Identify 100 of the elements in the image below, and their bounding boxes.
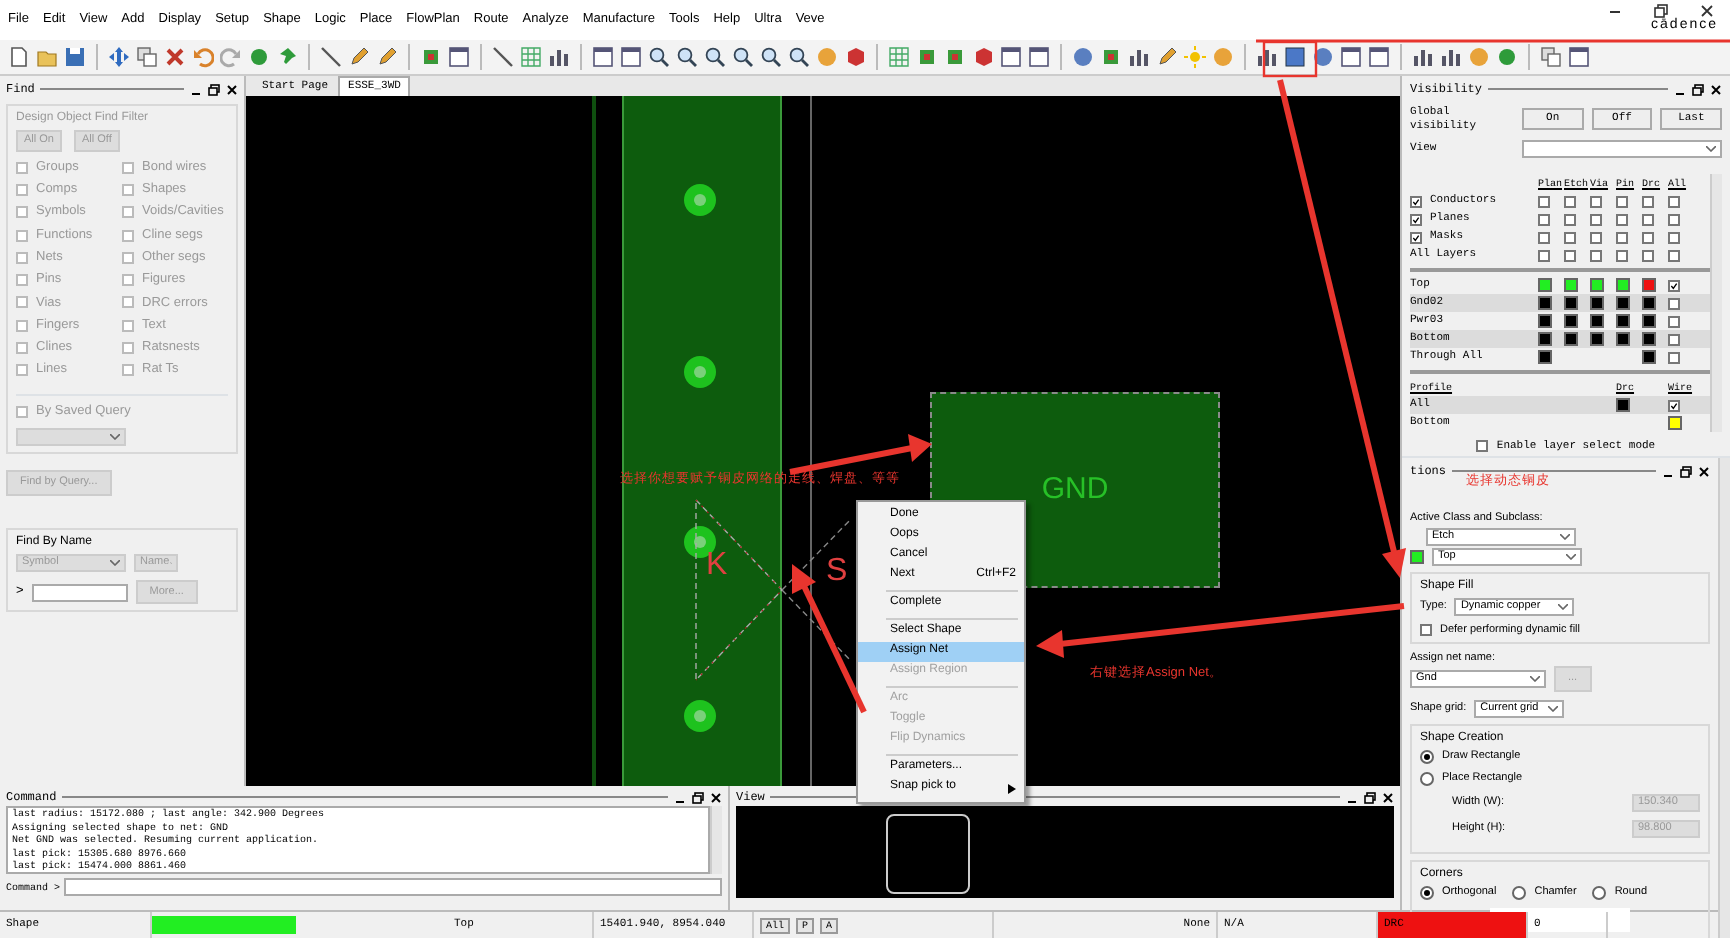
close-icon[interactable]: [710, 791, 722, 803]
window-icon[interactable]: [448, 46, 470, 68]
color-swatch[interactable]: [1642, 278, 1656, 293]
window-icon[interactable]: [592, 46, 614, 68]
grid-icon[interactable]: [888, 46, 910, 68]
color-swatch[interactable]: [1590, 314, 1604, 329]
cube-icon[interactable]: [844, 46, 866, 68]
restore-icon[interactable]: [1654, 4, 1668, 19]
magnifier-icon[interactable]: [788, 46, 810, 68]
checkbox[interactable]: [1668, 399, 1680, 412]
chip-icon[interactable]: [944, 46, 966, 68]
command-field[interactable]: [64, 878, 722, 896]
pin-icon[interactable]: [276, 46, 298, 68]
magnifier-icon[interactable]: [760, 46, 782, 68]
magnifier-icon[interactable]: [704, 46, 726, 68]
color-swatch[interactable]: [1538, 350, 1552, 365]
chip-icon[interactable]: [916, 46, 938, 68]
checkbox[interactable]: [1616, 195, 1628, 208]
checkbox[interactable]: [1564, 213, 1576, 226]
close-icon[interactable]: [1700, 4, 1714, 19]
checkbox[interactable]: [1590, 249, 1602, 262]
checkbox[interactable]: [1538, 231, 1550, 244]
undo-icon[interactable]: [192, 46, 214, 68]
checkbox[interactable]: [1668, 213, 1680, 226]
checkbox[interactable]: [1420, 624, 1432, 637]
restore-icon[interactable]: [1680, 465, 1692, 477]
scrollbar[interactable]: [1710, 174, 1722, 433]
checkbox[interactable]: [1410, 213, 1422, 226]
checkbox[interactable]: [1642, 231, 1654, 244]
chip-icon[interactable]: [420, 46, 442, 68]
window-icon[interactable]: [1028, 46, 1050, 68]
restore-icon[interactable]: [692, 791, 704, 803]
restore-icon[interactable]: [208, 83, 220, 95]
window-icon[interactable]: [1000, 46, 1022, 68]
close-icon[interactable]: [1698, 465, 1710, 477]
scrollbar[interactable]: [1718, 458, 1730, 938]
checkbox[interactable]: [1564, 231, 1576, 244]
color-swatch[interactable]: [1590, 278, 1604, 293]
color-swatch[interactable]: [1642, 296, 1656, 311]
bars-icon[interactable]: [1412, 46, 1434, 68]
close-icon[interactable]: [226, 83, 238, 95]
radio-button[interactable]: [1592, 885, 1607, 900]
checkbox[interactable]: [1538, 195, 1550, 208]
color-swatch[interactable]: [1538, 314, 1552, 329]
checkbox[interactable]: [1590, 231, 1602, 244]
blob-icon[interactable]: [248, 46, 270, 68]
checkbox[interactable]: [1564, 195, 1576, 208]
window-icon[interactable]: [1368, 46, 1390, 68]
checkbox[interactable]: [1668, 249, 1680, 262]
window-icon[interactable]: [1340, 46, 1362, 68]
color-swatch[interactable]: [1668, 416, 1682, 431]
square-icon[interactable]: [1284, 46, 1306, 68]
cube-icon[interactable]: [972, 46, 994, 68]
checkbox[interactable]: [1642, 213, 1654, 226]
delete-icon[interactable]: [164, 46, 186, 68]
color-swatch[interactable]: [1616, 314, 1630, 329]
color-swatch[interactable]: [1538, 332, 1552, 347]
magnifier-icon[interactable]: [676, 46, 698, 68]
checkbox[interactable]: [1668, 297, 1680, 310]
close-icon[interactable]: [1382, 791, 1394, 803]
checkbox[interactable]: [1564, 249, 1576, 262]
radio-button[interactable]: [1420, 771, 1434, 786]
circle-icon[interactable]: [1312, 46, 1334, 68]
checkbox[interactable]: [1616, 231, 1628, 244]
bars-icon[interactable]: [1440, 46, 1462, 68]
color-swatch[interactable]: [1642, 350, 1656, 365]
restore-icon[interactable]: [1364, 791, 1376, 803]
color-swatch[interactable]: [1564, 332, 1578, 347]
magnifier-icon[interactable]: [648, 46, 670, 68]
pen-icon[interactable]: [1156, 46, 1178, 68]
checkbox[interactable]: [1538, 249, 1550, 262]
color-swatch[interactable]: [1564, 314, 1578, 329]
copy-icon[interactable]: [1540, 46, 1562, 68]
pen-icon[interactable]: [348, 46, 370, 68]
radio-button[interactable]: [1420, 885, 1434, 900]
checkbox[interactable]: [1668, 279, 1680, 292]
checkbox[interactable]: [1668, 315, 1680, 328]
checkbox[interactable]: [1410, 195, 1422, 208]
blob-icon[interactable]: [1496, 46, 1518, 68]
folder-icon[interactable]: [36, 46, 58, 68]
bars-icon[interactable]: [1256, 46, 1278, 68]
color-swatch[interactable]: [1590, 332, 1604, 347]
document-icon[interactable]: [8, 46, 30, 68]
radio-button[interactable]: [1512, 885, 1527, 900]
color-swatch[interactable]: [1616, 296, 1630, 311]
color-swatch[interactable]: [1642, 332, 1656, 347]
color-swatch[interactable]: [1564, 296, 1578, 311]
checkbox[interactable]: [1642, 195, 1654, 208]
checkbox[interactable]: [1590, 213, 1602, 226]
close-icon[interactable]: [1710, 83, 1722, 95]
name-field[interactable]: [31, 583, 128, 602]
color-swatch[interactable]: [1616, 332, 1630, 347]
bars-icon[interactable]: [548, 46, 570, 68]
checkbox[interactable]: [1668, 195, 1680, 208]
color-swatch[interactable]: [1538, 278, 1552, 293]
chip-icon[interactable]: [1100, 46, 1122, 68]
color-swatch[interactable]: [1616, 278, 1630, 293]
checkbox[interactable]: [1616, 249, 1628, 262]
checkbox[interactable]: [1410, 231, 1422, 244]
radio-button[interactable]: [1420, 749, 1434, 764]
